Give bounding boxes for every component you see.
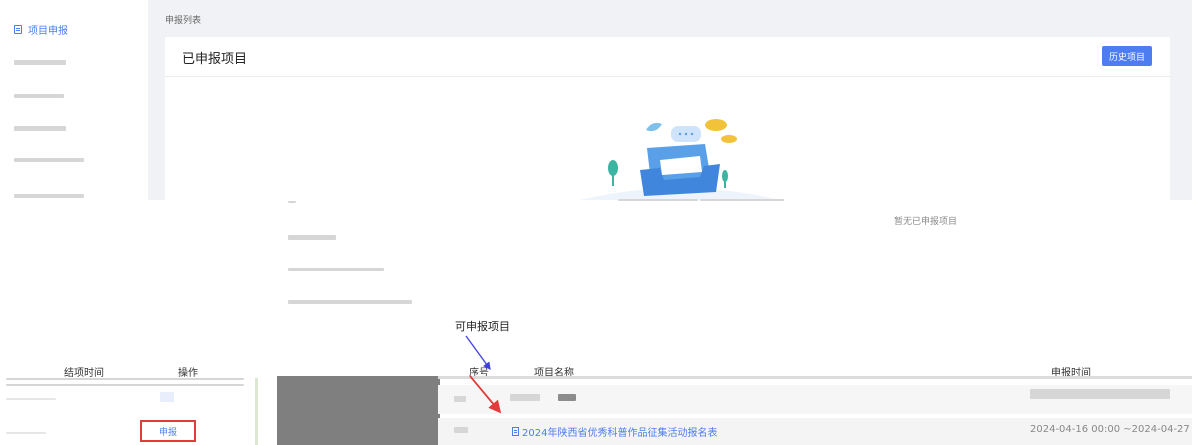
sidebar-item-obscured[interactable] <box>14 194 84 198</box>
obscured-text <box>454 396 466 402</box>
sidebar-item-obscured[interactable] <box>14 158 84 162</box>
apply-time-text: 2024-04-16 00:00 ~2024-04-27 00:00 <box>1030 424 1192 435</box>
obscured-text <box>558 394 576 401</box>
section-title: 可申报项目 <box>455 320 510 333</box>
page-title: 已申报项目 <box>182 52 248 67</box>
empty-state-text: 暂无已申报项目 <box>894 217 958 227</box>
table-left-panel <box>0 342 258 445</box>
obscured-region <box>277 376 440 445</box>
sidebar-item-project-apply[interactable]: 项目申报 <box>14 22 68 37</box>
obscured-text <box>288 268 384 271</box>
obscured-text <box>510 394 540 401</box>
obscured-text <box>618 199 698 201</box>
sidebar-item-obscured[interactable] <box>14 126 66 131</box>
obscured-text <box>288 300 412 304</box>
column-header-end-time: 结项时间 <box>64 368 104 379</box>
obscured-text <box>1030 389 1170 399</box>
divider <box>255 378 258 445</box>
form-icon <box>14 25 22 34</box>
obscured-text <box>700 199 784 201</box>
row-marker <box>160 392 174 402</box>
obscured-text <box>454 427 468 433</box>
apply-button[interactable]: 申报 <box>140 420 196 442</box>
applied-projects-card <box>165 37 1170 200</box>
obscured-text <box>6 432 46 434</box>
sidebar-item-label: 项目申报 <box>28 26 68 37</box>
breadcrumb: 申报列表 <box>165 16 202 26</box>
divider <box>6 384 244 386</box>
obscured-text <box>288 235 336 240</box>
divider <box>165 76 1170 77</box>
project-name-link[interactable]: 2024年陕西省优秀科普作品征集活动报名表 <box>512 424 717 439</box>
document-icon <box>512 427 519 436</box>
project-name-text: 2024年陕西省优秀科普作品征集活动报名表 <box>522 428 718 439</box>
sidebar: 项目申报 <box>0 0 148 200</box>
table-header-divider <box>438 376 1192 379</box>
obscured-text <box>6 398 56 400</box>
column-header-operation: 操作 <box>178 368 198 379</box>
history-projects-button[interactable]: 历史项目 <box>1102 46 1152 66</box>
sidebar-item-obscured[interactable] <box>14 94 64 98</box>
sidebar-gutter <box>148 0 160 200</box>
sidebar-item-obscured[interactable] <box>14 60 66 65</box>
divider <box>6 378 244 380</box>
obscured-text <box>288 201 296 203</box>
